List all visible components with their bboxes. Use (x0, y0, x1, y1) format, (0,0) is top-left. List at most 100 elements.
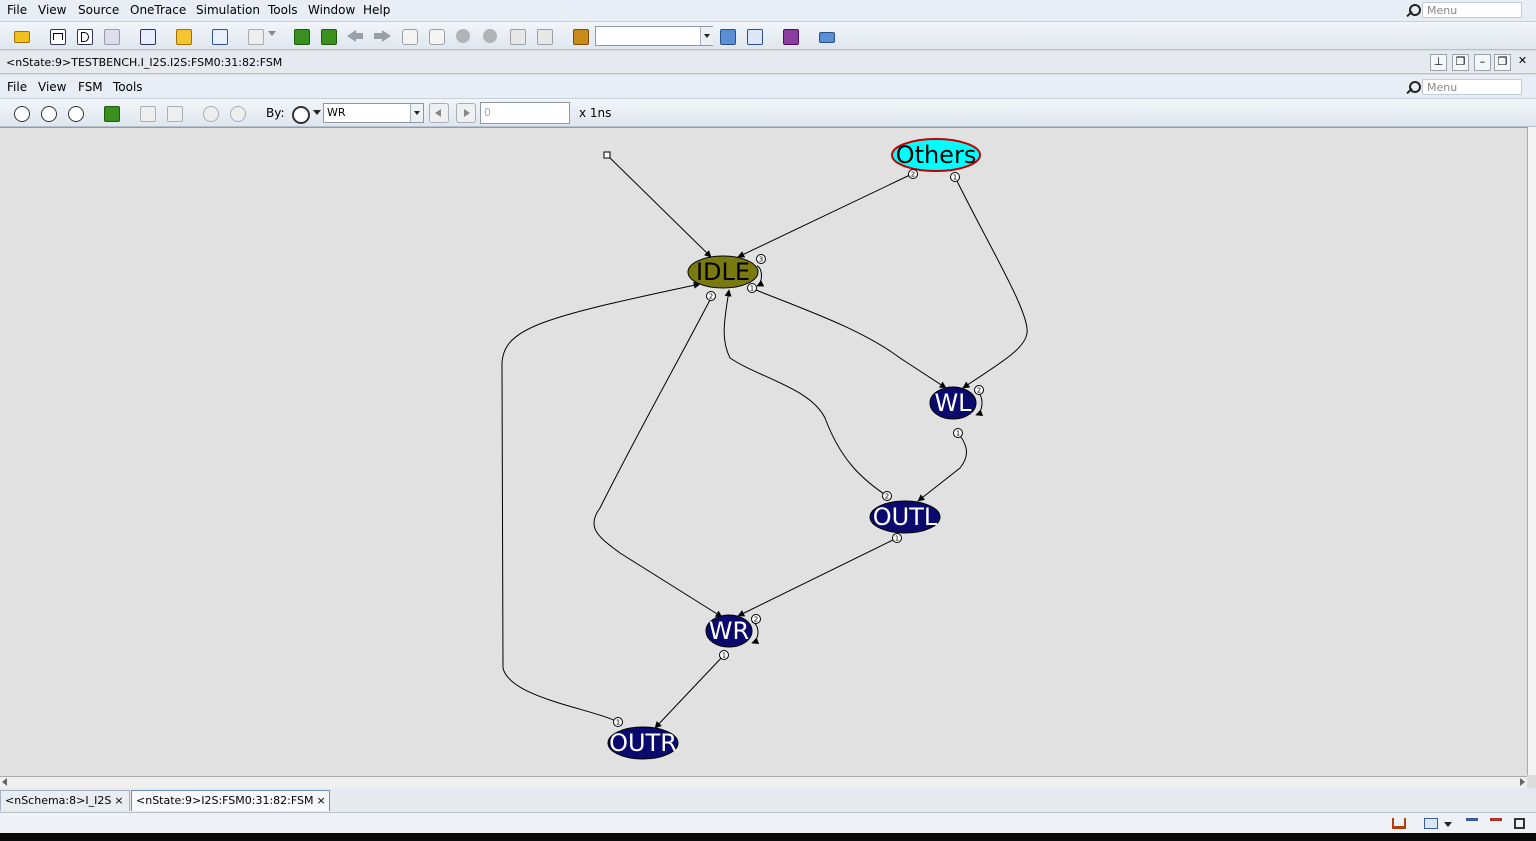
layout-icon[interactable] (1424, 818, 1438, 829)
fsm-menu-fsm[interactable]: FSM (78, 80, 103, 94)
bottom-edge (0, 833, 1536, 841)
connect-icon[interactable] (507, 26, 527, 46)
hierarchy-icon[interactable] (101, 26, 121, 46)
transition-priority-label: 2 (911, 171, 915, 179)
transition-wl-to-outl[interactable] (917, 432, 967, 502)
schematic-icon[interactable] (74, 26, 94, 46)
tab-nstate[interactable]: <nState:9>I2S:FSM0:31:82:FSM × (131, 790, 330, 811)
close-tab-icon[interactable]: × (316, 794, 325, 807)
transition-others-to-idle[interactable] (737, 173, 913, 258)
find-icon[interactable] (744, 26, 764, 46)
dropdown-icon[interactable] (1444, 822, 1452, 827)
scroll-right-icon[interactable] (1520, 778, 1525, 786)
state-label-wl: WL (934, 389, 972, 417)
transition-wr-to-outr[interactable] (654, 654, 725, 729)
filter-x-icon[interactable] (1490, 818, 1502, 830)
transition-outl-to-wr[interactable] (737, 537, 898, 617)
menu-file[interactable]: File (7, 3, 27, 17)
menu-search-icon[interactable] (1404, 3, 1421, 19)
load-icon[interactable] (426, 26, 446, 46)
menu-search-input[interactable]: Menu (1422, 2, 1522, 18)
reset-start-marker (603, 151, 611, 159)
document-icon[interactable] (245, 26, 265, 46)
zoom-out-icon[interactable] (11, 103, 31, 123)
fsm-menu-search-input[interactable]: Menu (1422, 79, 1522, 95)
filter-icon[interactable] (1466, 818, 1478, 830)
menu-help[interactable]: Help (363, 3, 390, 17)
go-back-icon[interactable] (101, 103, 121, 123)
signal-select[interactable]: WR (323, 103, 424, 123)
time-next-icon[interactable] (456, 103, 476, 123)
combo-dropdown-icon[interactable] (700, 27, 713, 45)
restore-icon[interactable]: ❐ (1494, 54, 1511, 71)
driver-icon[interactable] (399, 26, 419, 46)
from-icon[interactable] (137, 103, 157, 123)
up-icon[interactable] (453, 26, 473, 46)
fsm-canvas[interactable]: Others IDLE WL OUTL WR OUTR 2 1 3 1 2 2 1 2 1 2 1 1 (0, 127, 1527, 776)
transition-priority-label: 2 (885, 493, 889, 501)
to-icon[interactable] (164, 103, 184, 123)
signal-type-icon[interactable] (289, 103, 310, 124)
fullscreen-icon[interactable] (1514, 818, 1525, 829)
fsm-menu-view[interactable]: View (38, 80, 66, 94)
menu-view[interactable]: View (38, 3, 66, 17)
home-icon[interactable] (1392, 818, 1406, 829)
transition-priority-label: 1 (616, 719, 620, 727)
zoom-100-icon[interactable] (65, 103, 85, 123)
menu-simulation[interactable]: Simulation (196, 3, 260, 17)
window-tabs: <nSchema:8>I_I2S × <nState:9>I2S:FSM0:31:… (0, 788, 1536, 813)
state-nodes: Others IDLE WL OUTL WR OUTR (607, 138, 981, 760)
time-input[interactable]: 0 (480, 102, 570, 124)
folder-icon[interactable] (173, 26, 193, 46)
edit-icon[interactable] (209, 26, 229, 46)
transition-outl-to-idle[interactable] (723, 289, 888, 497)
back-arrow-icon[interactable] (345, 26, 365, 46)
signal-type-dropdown-icon[interactable] (313, 110, 321, 115)
transition-idle-to-wr[interactable] (593, 295, 723, 618)
transition-priority-label: 2 (709, 293, 713, 301)
search-prev-icon[interactable] (200, 103, 220, 123)
disconnect-icon[interactable] (534, 26, 554, 46)
menu-source[interactable]: Source (78, 3, 119, 17)
export-icon[interactable] (816, 26, 836, 46)
fsm-menu-file[interactable]: File (7, 80, 27, 94)
main-toolbar-combo[interactable] (595, 26, 713, 46)
bookmark-icon[interactable] (570, 26, 590, 46)
undock-icon[interactable]: ❐ (1452, 54, 1469, 71)
tab-label: <nSchema:8>I_I2S (5, 794, 112, 807)
statusbar (0, 813, 1536, 833)
transition-idle-to-wl[interactable] (750, 287, 947, 389)
minimize-icon[interactable]: – (1474, 54, 1491, 71)
document-dropdown-icon[interactable] (268, 31, 276, 36)
signal-select-dropdown-icon[interactable] (410, 104, 423, 122)
search-icon[interactable] (717, 26, 737, 46)
pin-icon[interactable]: ⊥ (1430, 54, 1447, 71)
menu-window[interactable]: Window (308, 3, 355, 17)
open-folder-icon[interactable] (11, 26, 31, 46)
vertical-scrollbar[interactable] (1527, 127, 1536, 775)
menu-tools[interactable]: Tools (268, 3, 298, 17)
trace-down-icon[interactable] (318, 26, 338, 46)
forward-arrow-icon[interactable] (372, 26, 392, 46)
transition-priority-label: 1 (956, 430, 960, 438)
close-tab-icon[interactable]: × (114, 794, 123, 807)
search-next-icon[interactable] (227, 103, 247, 123)
menu-onetrace[interactable]: OneTrace (130, 3, 186, 17)
source-icon[interactable] (137, 26, 157, 46)
zoom-in-icon[interactable] (38, 103, 58, 123)
down-icon[interactable] (480, 26, 500, 46)
time-prev-icon[interactable] (429, 103, 449, 123)
trace-up-icon[interactable] (291, 26, 311, 46)
transition-reset-to-idle[interactable] (606, 154, 712, 258)
close-icon[interactable]: ✕ (1514, 54, 1531, 71)
verdi-icon[interactable] (780, 26, 800, 46)
tab-nschema[interactable]: <nSchema:8>I_I2S × (0, 790, 130, 811)
transition-outr-to-idle[interactable] (501, 281, 701, 723)
fsm-diagram[interactable]: Others IDLE WL OUTL WR OUTR 2 1 3 1 2 2 1 2 1 2 1 1 (0, 128, 1527, 776)
transition-wr-to-wr[interactable] (751, 621, 760, 645)
fsm-menu-tools[interactable]: Tools (113, 80, 143, 94)
waveform-icon[interactable] (47, 26, 67, 46)
transition-others-to-wl[interactable] (954, 176, 1028, 389)
scroll-left-icon[interactable] (2, 778, 7, 786)
fsm-menu-search-icon[interactable] (1404, 80, 1421, 96)
